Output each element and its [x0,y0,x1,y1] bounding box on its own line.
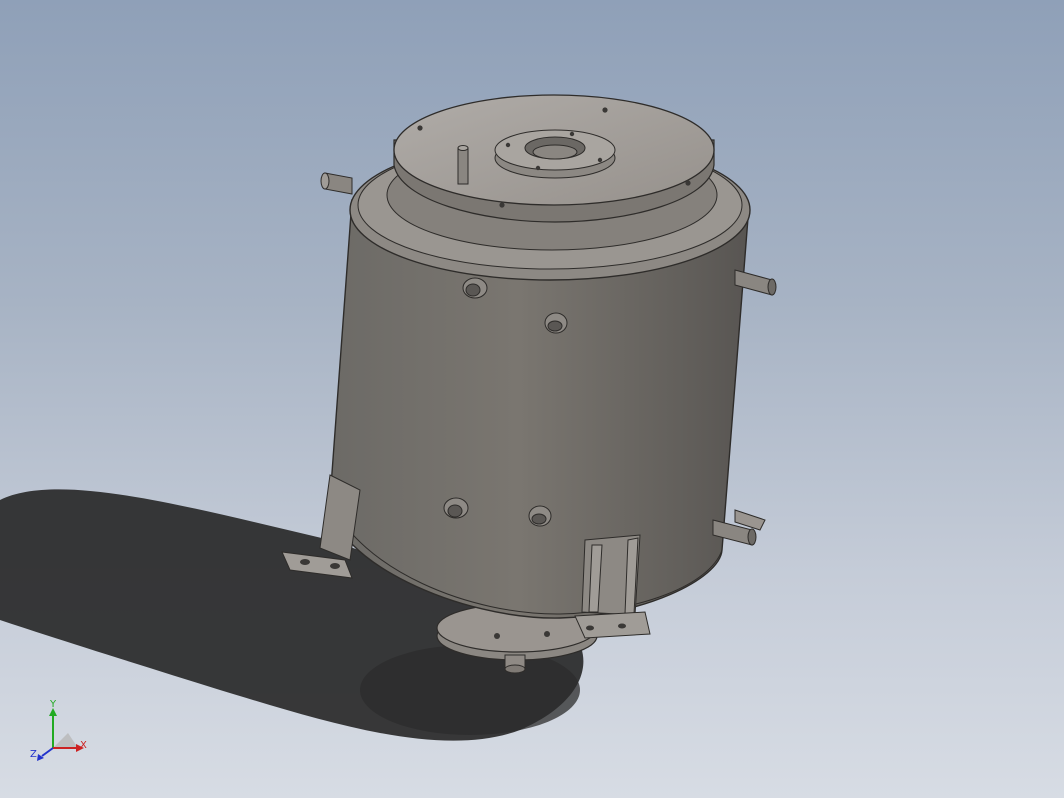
x-axis-label: X [80,740,87,751]
y-axis-label: Y [50,699,57,710]
port-lower-center[interactable] [528,505,552,527]
triad-axes [37,708,84,761]
3d-model-view[interactable] [0,0,1064,798]
port-lower-left[interactable] [443,497,469,519]
z-axis-label: Z [30,749,37,760]
port-upper-left[interactable] [462,277,488,299]
port-upper-center[interactable] [544,312,568,334]
nozzle-left-top[interactable] [320,172,353,195]
z-axis-line [41,747,54,757]
graphics-viewport[interactable]: Y X Z [0,0,1064,798]
coordinate-triad: Y X Z [28,700,98,770]
top-plate[interactable] [393,94,715,223]
